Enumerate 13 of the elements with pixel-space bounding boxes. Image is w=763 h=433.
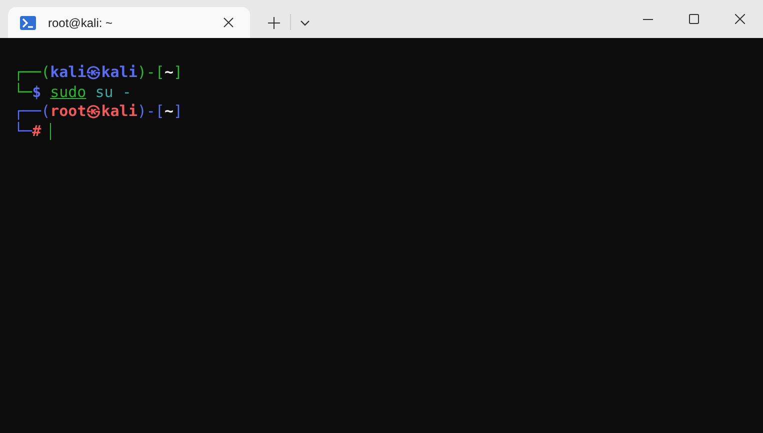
tab-title: root@kali: ~	[48, 14, 114, 32]
terminal-line: ┌──(root㉿kali)-[~]	[14, 102, 183, 122]
close-icon	[222, 17, 234, 28]
terminal-tab[interactable]: root@kali: ~	[8, 7, 250, 38]
terminal-line: └─#	[14, 122, 42, 141]
plus-icon	[268, 16, 280, 28]
terminal-icon	[20, 16, 36, 30]
terminal-line: ┌──(kali㉿kali)-[~]	[14, 63, 183, 82]
close-icon	[735, 14, 745, 24]
chevron-down-icon	[300, 20, 310, 26]
minimize-icon	[643, 18, 653, 20]
terminal-line: └─$ sudo su -	[14, 82, 132, 102]
maximize-icon	[689, 14, 699, 24]
